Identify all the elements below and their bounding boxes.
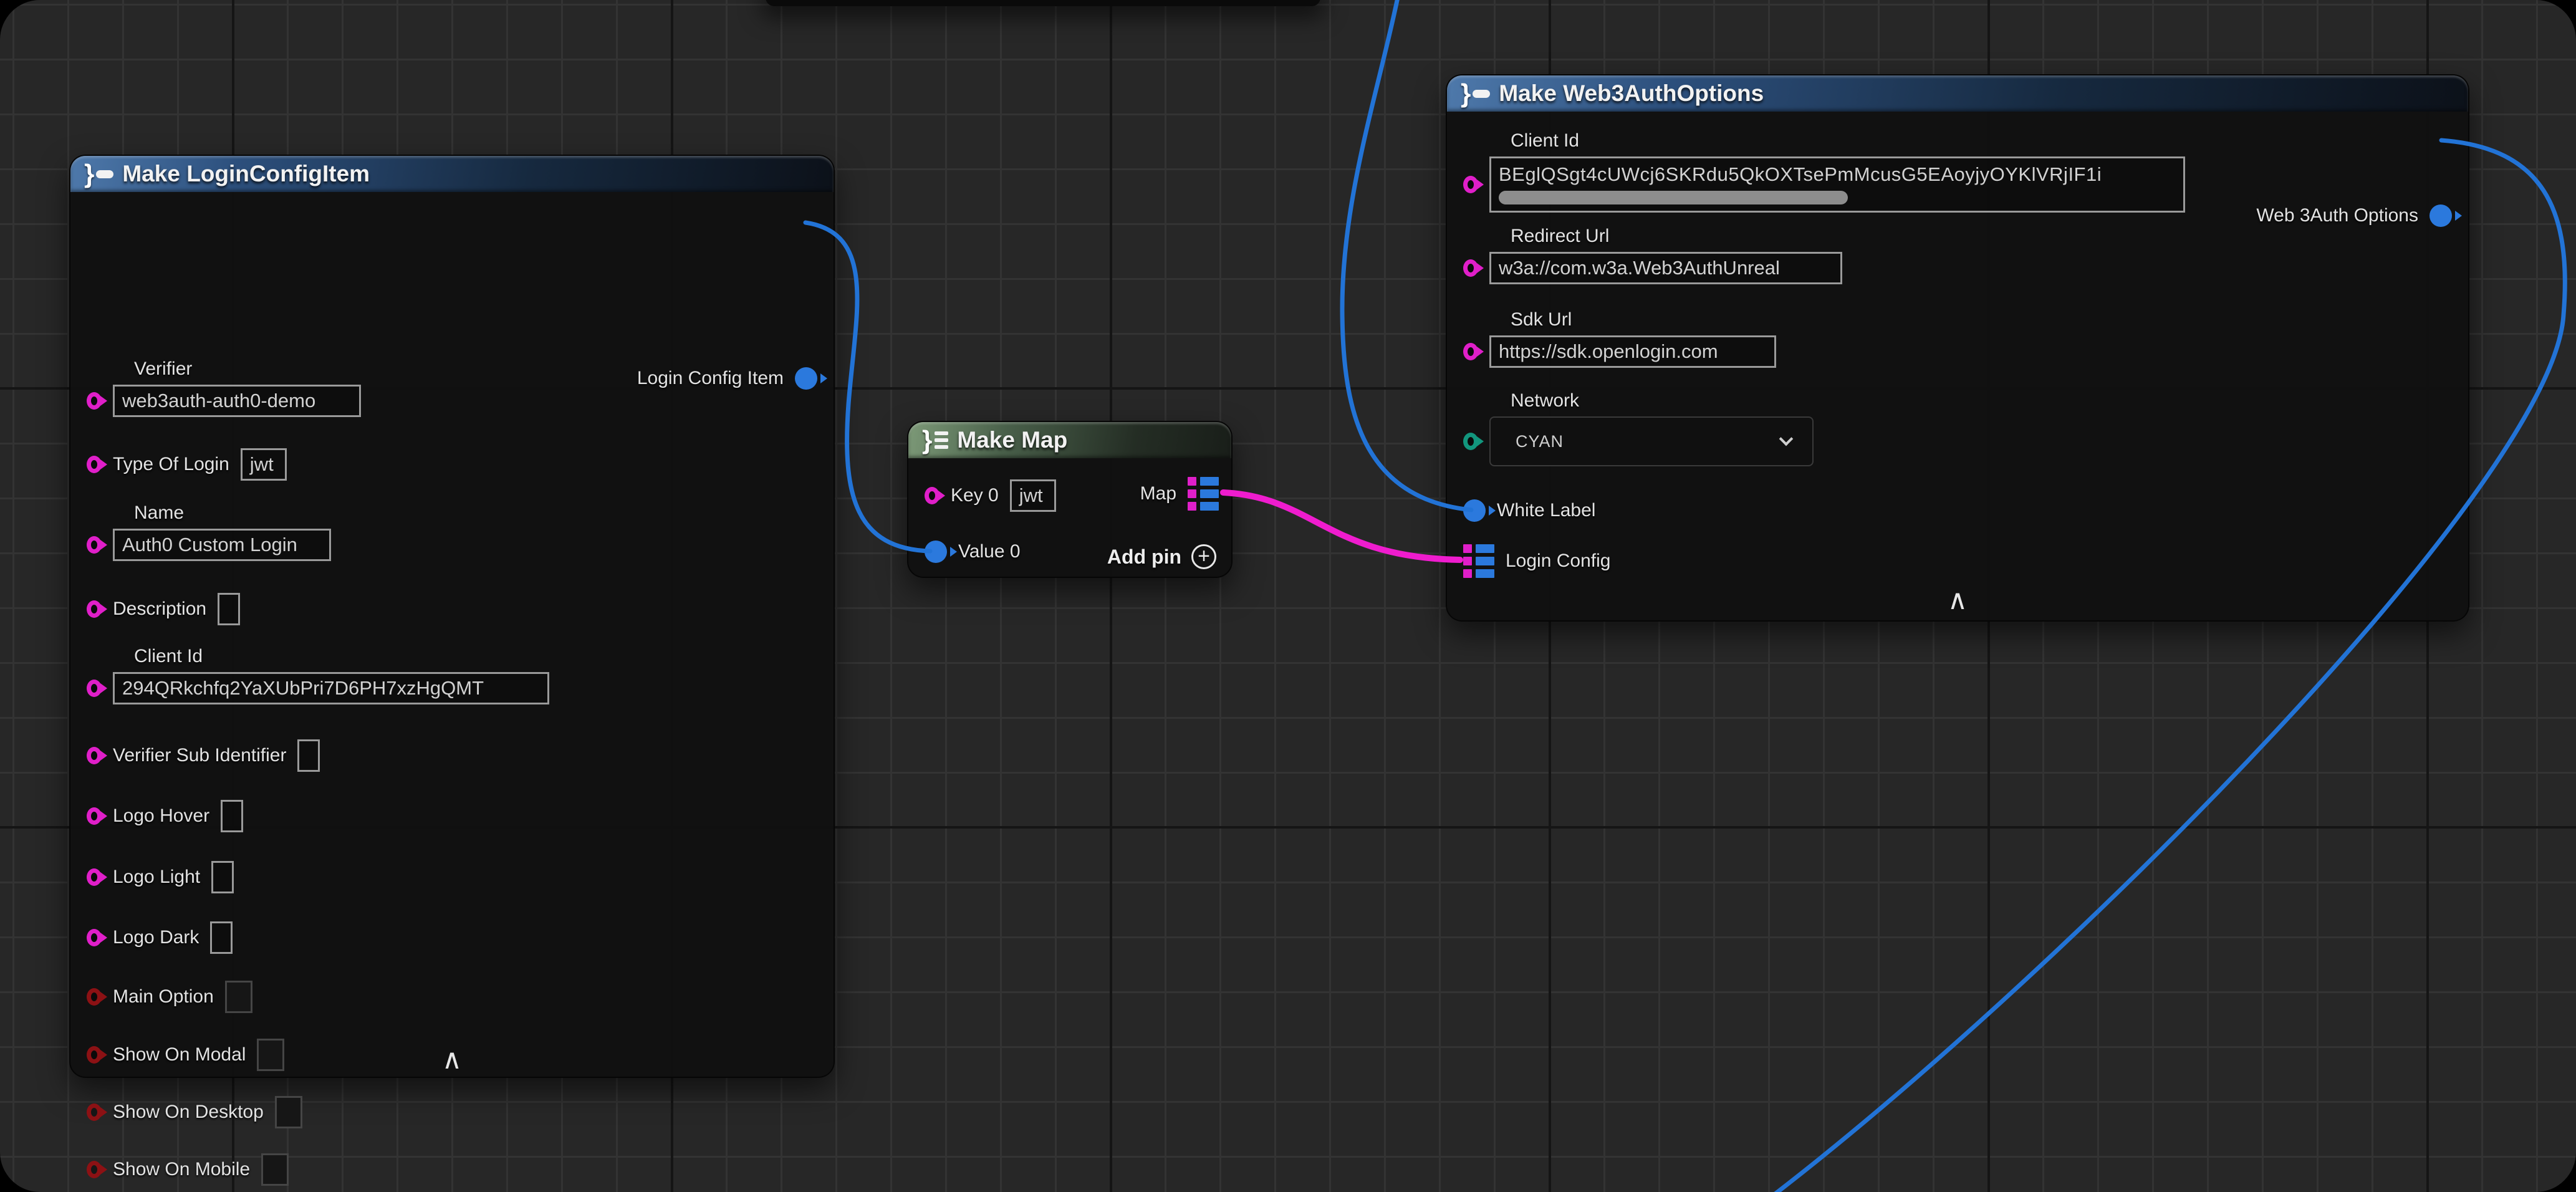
- logo-dark-pin[interactable]: [87, 929, 102, 946]
- show-on-mobile-row: Show On Mobile: [87, 1153, 289, 1186]
- main-option-checkbox[interactable]: [225, 981, 252, 1013]
- node-header[interactable]: } Make Map: [908, 422, 1231, 458]
- node-header[interactable]: } Make Web3AuthOptions: [1447, 75, 2468, 112]
- description-row: Description: [87, 593, 240, 625]
- network-row: Network CYAN: [1463, 390, 1814, 466]
- name-row: Name Auth0 Custom Login: [87, 502, 331, 561]
- show-on-desktop-pin[interactable]: [87, 1103, 102, 1121]
- map-output: Map: [1140, 477, 1219, 511]
- show-on-mobile-pin[interactable]: [87, 1161, 102, 1178]
- verifier-input[interactable]: web3auth-auth0-demo: [113, 385, 361, 417]
- logo-hover-row: Logo Hover: [87, 800, 243, 832]
- add-pin-button[interactable]: Add pin: [1107, 544, 1216, 569]
- output-login-config-item: Login Config Item: [637, 367, 817, 390]
- client-id-pin[interactable]: [1463, 176, 1478, 193]
- node-title: Make Web3AuthOptions: [1499, 80, 1764, 107]
- logo-dark-row: Logo Dark: [87, 921, 233, 954]
- key0-row: Key 0 jwt: [925, 479, 1056, 512]
- chevron-down-icon: [1779, 432, 1794, 446]
- show-on-desktop-checkbox[interactable]: [275, 1096, 302, 1128]
- white-label-pin[interactable]: [1463, 499, 1486, 522]
- logo-light-row: Logo Light: [87, 861, 234, 893]
- main-option-pin[interactable]: [87, 988, 102, 1006]
- make-map-icon: }: [922, 427, 948, 453]
- verifier-row: Verifier web3auth-auth0-demo: [87, 358, 361, 417]
- name-input[interactable]: Auth0 Custom Login: [113, 529, 331, 561]
- verifier-sub-identifier-row: Verifier Sub Identifier: [87, 739, 320, 772]
- redirect-url-row: Redirect Url w3a://com.w3a.Web3AuthUnrea…: [1463, 226, 1842, 284]
- value0-pin[interactable]: [925, 541, 947, 563]
- make-struct-icon: }: [1461, 80, 1490, 107]
- name-pin[interactable]: [87, 536, 102, 554]
- blueprint-editor: } Make LoginConfigItem Login Config Item…: [0, 0, 2576, 1192]
- sdk-url-input[interactable]: https://sdk.openlogin.com: [1489, 335, 1776, 368]
- logo-hover-input[interactable]: [221, 800, 243, 832]
- sdk-url-pin[interactable]: [1463, 343, 1478, 360]
- white-label-row: White Label: [1463, 499, 1595, 522]
- show-on-desktop-row: Show On Desktop: [87, 1096, 302, 1128]
- add-pin-icon: [1191, 544, 1216, 569]
- verifier-sub-identifier-pin[interactable]: [87, 747, 102, 764]
- show-on-mobile-checkbox[interactable]: [261, 1153, 289, 1186]
- network-dropdown[interactable]: CYAN: [1489, 416, 1814, 466]
- node-title: Make Map: [957, 427, 1067, 453]
- verifier-pin[interactable]: [87, 392, 102, 410]
- client-id-input[interactable]: 294QRkchfq2YaXUbPri7D6PH7xzHgQMT: [113, 672, 549, 704]
- show-on-modal-checkbox[interactable]: [257, 1039, 284, 1071]
- logo-dark-input[interactable]: [210, 921, 233, 954]
- wire-map-to-login-config[interactable]: [1223, 493, 1460, 560]
- web3auth-options-output-pin[interactable]: [2429, 204, 2452, 227]
- blueprint-canvas[interactable]: } Make LoginConfigItem Login Config Item…: [0, 0, 2576, 1192]
- client-id-scrollbar[interactable]: [1499, 191, 1848, 204]
- login-config-pin[interactable]: [1463, 544, 1494, 578]
- logo-light-input[interactable]: [211, 861, 234, 893]
- sdk-url-row: Sdk Url https://sdk.openlogin.com: [1463, 309, 1776, 368]
- redirect-url-pin[interactable]: [1463, 259, 1478, 277]
- collapse-chevron-icon[interactable]: ∧: [442, 1046, 462, 1074]
- output-web3auth-options: Web 3Auth Options: [2256, 204, 2452, 227]
- key0-pin[interactable]: [925, 487, 940, 504]
- verifier-sub-identifier-input[interactable]: [297, 739, 320, 772]
- node-make-map[interactable]: } Make Map Key 0 jwt Map Value 0 Add pin: [907, 421, 1233, 578]
- node-header[interactable]: } Make LoginConfigItem: [70, 156, 834, 192]
- login-config-row: Login Config: [1463, 544, 1610, 578]
- map-output-pin[interactable]: [1188, 477, 1219, 511]
- type-of-login-row: Type Of Login jwt: [87, 448, 287, 481]
- collapse-chevron-icon[interactable]: ∧: [1948, 587, 1968, 614]
- client-id-input[interactable]: BEglQSgt4cUWcj6SKRdu5QkOXTsePmMcusG5EAoy…: [1489, 156, 2185, 213]
- description-pin[interactable]: [87, 600, 102, 618]
- type-of-login-pin[interactable]: [87, 456, 102, 473]
- logo-hover-pin[interactable]: [87, 807, 102, 825]
- offscreen-node-edge: [766, 0, 1320, 6]
- show-on-modal-row: Show On Modal: [87, 1039, 284, 1071]
- make-struct-icon: }: [84, 161, 113, 187]
- type-of-login-input[interactable]: jwt: [241, 448, 287, 481]
- node-make-loginconfigitem[interactable]: } Make LoginConfigItem Login Config Item…: [69, 155, 835, 1078]
- login-config-item-output-pin[interactable]: [795, 367, 817, 390]
- logo-light-pin[interactable]: [87, 868, 102, 886]
- client-id-pin[interactable]: [87, 680, 102, 697]
- client-id-row: Client Id 294QRkchfq2YaXUbPri7D6PH7xzHgQ…: [87, 646, 549, 704]
- client-id-row: Client Id BEglQSgt4cUWcj6SKRdu5QkOXTsePm…: [1463, 130, 2185, 213]
- node-make-web3authoptions[interactable]: } Make Web3AuthOptions Web 3Auth Options…: [1446, 74, 2469, 622]
- description-input[interactable]: [218, 593, 240, 625]
- network-pin[interactable]: [1463, 433, 1478, 450]
- main-option-row: Main Option: [87, 981, 252, 1013]
- key0-input[interactable]: jwt: [1010, 479, 1056, 512]
- value0-row: Value 0: [925, 541, 1021, 563]
- show-on-modal-pin[interactable]: [87, 1046, 102, 1064]
- node-title: Make LoginConfigItem: [122, 161, 370, 187]
- redirect-url-input[interactable]: w3a://com.w3a.Web3AuthUnreal: [1489, 252, 1842, 284]
